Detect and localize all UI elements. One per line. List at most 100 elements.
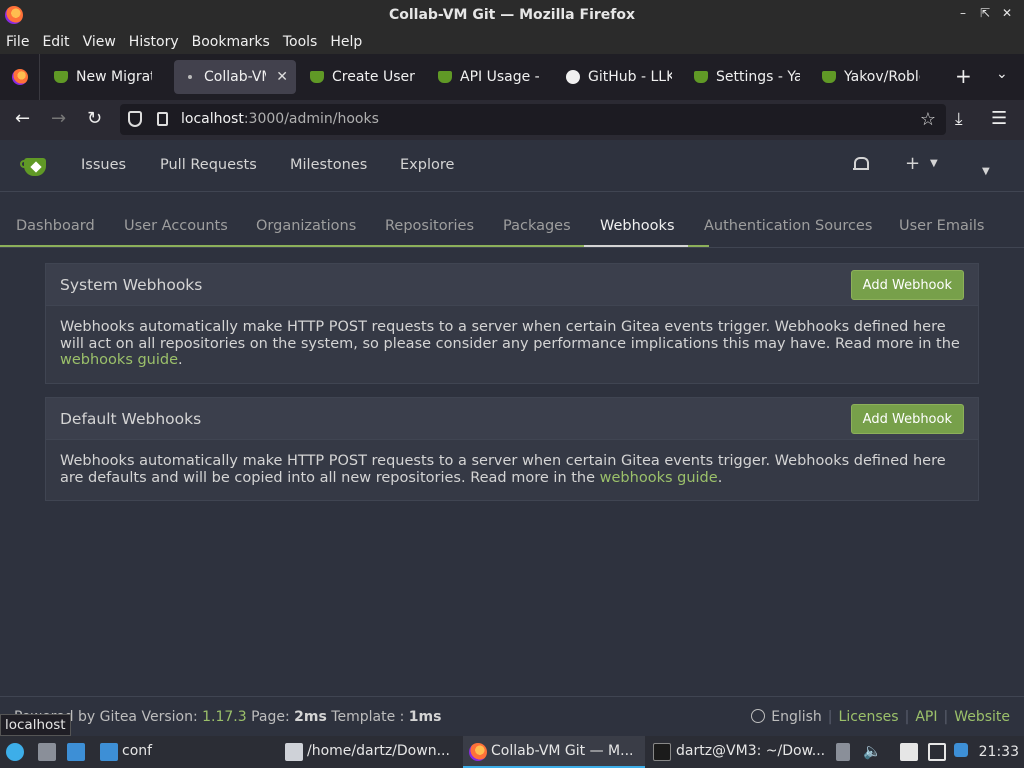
tab-dashboard[interactable]: Dashboard — [16, 218, 95, 234]
clipboard-icon[interactable] — [836, 743, 850, 761]
browser-tab[interactable]: Create User — [296, 60, 424, 94]
network-icon[interactable] — [928, 743, 946, 761]
page-info-icon[interactable] — [157, 112, 168, 126]
nav-milestones[interactable]: Milestones — [290, 157, 367, 173]
clock[interactable]: 21:33 — [979, 744, 1019, 760]
browser-tab[interactable]: GitHub - LLK — [552, 60, 680, 94]
licenses-link[interactable]: Licenses — [839, 709, 899, 725]
browser-tab[interactable]: API Usage - [ — [424, 60, 552, 94]
menu-edit[interactable]: Edit — [42, 34, 69, 50]
nav-pull-requests[interactable]: Pull Requests — [160, 157, 257, 173]
terminal-icon — [653, 743, 671, 761]
tab-organizations[interactable]: Organizations — [256, 218, 356, 234]
language-selector[interactable]: English — [771, 709, 822, 725]
browser-tab-active[interactable]: Collab-VM ✕ — [174, 60, 296, 94]
hamburger-menu-icon[interactable]: ☰ — [991, 108, 1007, 129]
panel-header: System Webhooks Add Webhook — [46, 264, 978, 306]
taskbar-item-terminal[interactable]: dartz@VM3: ~/Dow... — [676, 743, 825, 759]
tab-webhooks[interactable]: Webhooks — [600, 218, 675, 234]
gitea-version-link[interactable]: 1.17.3 — [202, 709, 247, 725]
gitea-icon — [310, 71, 324, 83]
updates-icon[interactable] — [954, 743, 968, 757]
footer-version-info: Powered by Gitea Version: 1.17.3 Page: 2… — [14, 709, 442, 725]
browser-tab[interactable]: New Migratio — [40, 60, 160, 94]
page-footer: Powered by Gitea Version: 1.17.3 Page: 2… — [0, 696, 1024, 736]
add-default-webhook-button[interactable]: Add Webhook — [850, 404, 964, 434]
list-tabs-chevron-icon[interactable]: ⌄ — [996, 66, 1008, 82]
default-webhooks-panel: Default Webhooks Add Webhook Webhooks au… — [45, 397, 979, 501]
browser-tab[interactable]: Settings - Ya — [680, 60, 808, 94]
gitea-icon — [54, 71, 68, 83]
menu-file[interactable]: File — [6, 34, 29, 50]
file-manager-icon[interactable] — [38, 743, 56, 761]
gitea-logo-icon[interactable] — [20, 156, 50, 176]
close-tab-icon[interactable]: ✕ — [276, 69, 288, 85]
tab-packages[interactable]: Packages — [503, 218, 571, 234]
forward-icon[interactable]: → — [51, 108, 66, 129]
gitea-icon — [694, 71, 708, 83]
webhooks-guide-link[interactable]: webhooks guide — [60, 352, 178, 368]
active-tab-underline — [584, 245, 688, 247]
text-editor-icon — [285, 743, 303, 761]
menu-tools[interactable]: Tools — [283, 34, 318, 50]
window-titlebar: Collab-VM Git — Mozilla Firefox – ⇱ ✕ — [0, 0, 1024, 30]
close-window-button[interactable]: ✕ — [996, 6, 1018, 20]
api-link[interactable]: API — [915, 709, 937, 725]
menu-help[interactable]: Help — [330, 34, 362, 50]
window-title: Collab-VM Git — Mozilla Firefox — [388, 7, 636, 23]
taskbar-item-editor[interactable]: /home/dartz/Down... — [307, 743, 450, 759]
tab-authentication-sources[interactable]: Authentication Sources — [704, 218, 872, 234]
github-icon — [566, 70, 580, 84]
webhooks-guide-link[interactable]: webhooks guide — [600, 470, 718, 486]
menu-history[interactable]: History — [129, 34, 179, 50]
tab-user-emails[interactable]: User Emails — [899, 218, 984, 234]
panel-body: Webhooks automatically make HTTP POST re… — [60, 453, 946, 486]
taskbar-item-firefox[interactable]: Collab-VM Git — M... — [491, 743, 633, 759]
firefox-icon — [469, 743, 487, 761]
minimize-button[interactable]: – — [952, 6, 974, 20]
volume-icon[interactable]: 🔈 — [863, 742, 882, 760]
application-launcher-icon[interactable] — [6, 743, 24, 761]
menu-bookmarks[interactable]: Bookmarks — [192, 34, 270, 50]
show-desktop-icon[interactable] — [67, 743, 85, 761]
firefox-view-button[interactable] — [0, 54, 40, 100]
restore-button[interactable]: ⇱ — [974, 6, 996, 20]
downloads-icon[interactable]: ⤓ — [955, 109, 963, 129]
globe-icon — [751, 709, 766, 723]
tracking-protection-icon[interactable] — [128, 111, 142, 127]
navigation-toolbar: ← → ↻ localhost:3000/admin/hooks ☆ ⤓ ☰ — [0, 100, 1024, 140]
admin-tabs: Dashboard User Accounts Organizations Re… — [0, 207, 1024, 248]
url-text[interactable]: localhost:3000/admin/hooks — [181, 111, 379, 127]
gitea-icon — [822, 71, 836, 83]
user-menu-caret-icon[interactable]: ▼ — [982, 166, 990, 177]
desktop-taskbar: conf /home/dartz/Down... Collab-VM Git —… — [0, 736, 1024, 768]
url-bar[interactable]: localhost:3000/admin/hooks ☆ — [120, 104, 946, 135]
create-dropdown-caret-icon[interactable]: ▼ — [930, 158, 938, 169]
add-system-webhook-button[interactable]: Add Webhook — [850, 270, 964, 300]
notification-bell-icon[interactable] — [853, 156, 869, 172]
create-new-plus-icon[interactable]: + — [905, 153, 920, 174]
menu-bar: File Edit View History Bookmarks Tools H… — [0, 30, 1024, 54]
panel-header: Default Webhooks Add Webhook — [46, 398, 978, 440]
tab-bar: New Migratio Collab-VM ✕ Create User API… — [0, 54, 1024, 100]
firefox-icon — [11, 69, 28, 85]
footer-links: English | Licenses | API | Website — [751, 709, 1010, 725]
nav-explore[interactable]: Explore — [400, 157, 454, 173]
bookmark-star-icon[interactable]: ☆ — [920, 109, 936, 130]
website-link[interactable]: Website — [954, 709, 1010, 725]
nav-issues[interactable]: Issues — [81, 157, 126, 173]
tab-user-accounts[interactable]: User Accounts — [124, 218, 228, 234]
tab-repositories[interactable]: Repositories — [385, 218, 474, 234]
system-webhooks-panel: System Webhooks Add Webhook Webhooks aut… — [45, 263, 979, 384]
taskbar-item-conf[interactable]: conf — [122, 743, 152, 759]
reload-icon[interactable]: ↻ — [87, 108, 102, 129]
firefox-icon — [5, 6, 23, 24]
panel-title: System Webhooks — [60, 276, 203, 294]
notes-icon[interactable] — [900, 743, 918, 761]
new-tab-icon[interactable]: + — [955, 64, 972, 88]
menu-view[interactable]: View — [83, 34, 116, 50]
loading-dot-icon — [188, 75, 192, 79]
link-status-tooltip: localhost — [0, 714, 71, 736]
back-icon[interactable]: ← — [15, 108, 30, 129]
browser-tab[interactable]: Yakov/Roblox — [808, 60, 928, 94]
